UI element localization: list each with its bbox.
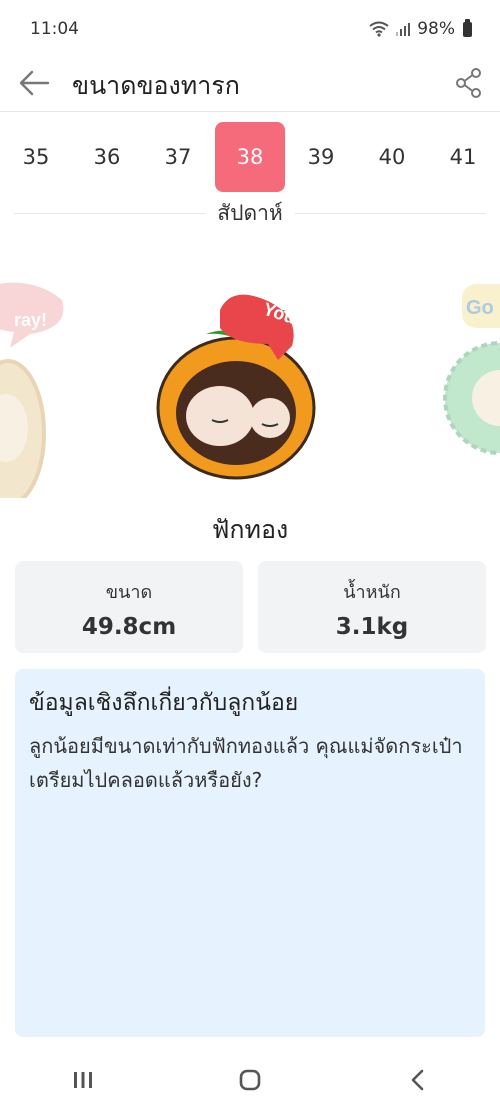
week-39[interactable]: 39 bbox=[286, 122, 356, 192]
week-41[interactable]: 41 bbox=[428, 122, 498, 192]
size-value: 49.8cm bbox=[81, 614, 177, 640]
previous-badge-text: ray! bbox=[14, 310, 47, 330]
status-time: 11:04 bbox=[30, 19, 79, 39]
previous-week-illustration[interactable]: ray! bbox=[0, 282, 64, 498]
week-37[interactable]: 37 bbox=[143, 122, 213, 192]
home-icon bbox=[239, 1069, 261, 1090]
week-caption: สัปดาห์ bbox=[217, 200, 283, 225]
week-selector: 35 36 37 38 39 40 41 bbox=[0, 118, 500, 194]
weight-label: น้ำหนัก bbox=[343, 582, 401, 603]
week-36[interactable]: 36 bbox=[72, 122, 142, 192]
pumpkin-baby-illustration: I Love You! bbox=[156, 277, 316, 480]
divider-right bbox=[294, 212, 487, 214]
back-button[interactable] bbox=[18, 66, 52, 100]
size-card: ขนาด 49.8cm bbox=[15, 561, 243, 653]
week-35[interactable]: 35 bbox=[1, 122, 71, 192]
recent-apps-button[interactable] bbox=[53, 1055, 113, 1105]
share-icon bbox=[456, 68, 481, 98]
next-week-illustration[interactable]: Go bbox=[443, 284, 500, 455]
size-label: ขนาด bbox=[105, 582, 153, 603]
battery-percent: 98% bbox=[417, 19, 455, 39]
battery-icon bbox=[463, 18, 472, 37]
app-bar: ขนาดของทารก bbox=[0, 58, 500, 112]
insight-title: ข้อมูลเชิงลึกเกี่ยวกับลูกน้อย bbox=[29, 690, 299, 716]
page-title: ขนาดของทารก bbox=[72, 71, 240, 100]
status-icons: 98% bbox=[369, 18, 472, 39]
week-40[interactable]: 40 bbox=[357, 122, 427, 192]
signal-icon bbox=[396, 23, 411, 36]
system-nav-bar bbox=[0, 1048, 500, 1111]
illustration-carousel[interactable]: ray! I Love You! Go bbox=[0, 248, 500, 498]
insight-body: ลูกน้อยมีขนาดเท่ากับฟักทองแล้ว คุณแม่จัด… bbox=[29, 734, 463, 792]
week-caption-row: สัปดาห์ bbox=[14, 196, 487, 230]
fruit-name: ฟักทอง bbox=[211, 515, 289, 544]
recent-apps-icon bbox=[74, 1071, 93, 1088]
status-bar: 11:04 98% bbox=[0, 0, 500, 58]
divider-left bbox=[14, 212, 206, 214]
insight-card: ข้อมูลเชิงลึกเกี่ยวกับลูกน้อย ลูกน้อยมีข… bbox=[15, 669, 485, 1037]
wifi-icon bbox=[369, 21, 389, 37]
carousel-graphics: ray! I Love You! Go bbox=[0, 277, 500, 498]
week-38-selected[interactable]: 38 bbox=[215, 122, 285, 192]
weight-value: 3.1kg bbox=[335, 614, 409, 640]
chevron-left-icon bbox=[411, 1069, 423, 1090]
share-button[interactable] bbox=[454, 66, 484, 100]
next-badge-text: Go bbox=[466, 297, 494, 319]
system-back-button[interactable] bbox=[387, 1055, 447, 1105]
weight-card: น้ำหนัก 3.1kg bbox=[258, 561, 486, 653]
home-button[interactable] bbox=[220, 1055, 280, 1105]
arrow-left-icon bbox=[19, 70, 50, 96]
